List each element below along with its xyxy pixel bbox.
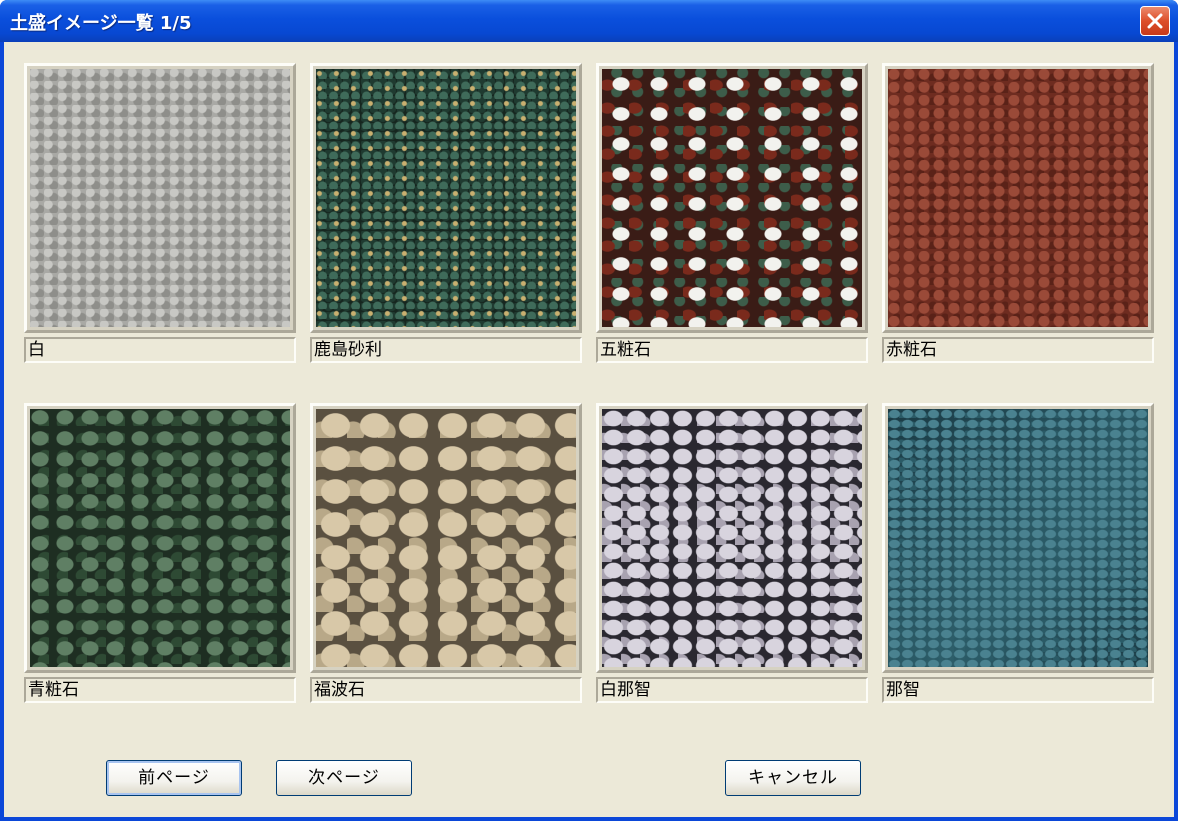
tile-label: 鹿島砂利 [310,337,582,363]
tile-image-frame[interactable] [310,63,582,333]
dialog-client-area: 白 鹿島砂利 五粧石 赤粧石 青粧石 福波石 白那智 那智 前ページ 次ページ … [4,42,1174,817]
cancel-button[interactable]: キャンセル [725,760,861,796]
gravel-akashoseki-image [888,69,1148,327]
tile-image-frame[interactable] [310,403,582,673]
tile-8[interactable]: 那智 [882,403,1154,705]
tile-label: 青粧石 [24,677,296,703]
gravel-aoshoseki-image [30,409,290,667]
tile-image-frame[interactable] [24,403,296,673]
tile-image-frame[interactable] [882,63,1154,333]
tile-image-frame[interactable] [596,403,868,673]
tile-label: 那智 [882,677,1154,703]
tile-label: 赤粧石 [882,337,1154,363]
prev-page-button[interactable]: 前ページ [106,760,242,796]
tile-label: 白 [24,337,296,363]
tile-5[interactable]: 青粧石 [24,403,296,705]
tile-image-frame[interactable] [882,403,1154,673]
window-title: 土盛イメージ一覧 1/5 [10,13,192,34]
tile-image-frame[interactable] [596,63,868,333]
tile-label: 五粧石 [596,337,868,363]
tile-label: 福波石 [310,677,582,703]
tile-1[interactable]: 白 [24,63,296,365]
gravel-kashima-image [316,69,576,327]
tile-image-frame[interactable] [24,63,296,333]
close-icon [1147,13,1163,29]
gravel-goshoseki-image [602,69,862,327]
gravel-white-image [30,69,290,327]
close-button[interactable] [1140,6,1170,36]
tile-4[interactable]: 赤粧石 [882,63,1154,365]
tile-3[interactable]: 五粧石 [596,63,868,365]
title-bar[interactable]: 土盛イメージ一覧 1/5 [0,0,1178,42]
tile-2[interactable]: 鹿島砂利 [310,63,582,365]
gravel-shironachi-image [602,409,862,667]
tile-label: 白那智 [596,677,868,703]
next-page-button[interactable]: 次ページ [276,760,412,796]
tile-6[interactable]: 福波石 [310,403,582,705]
tile-7[interactable]: 白那智 [596,403,868,705]
gravel-nachi-image [888,409,1148,667]
dialog-window: 土盛イメージ一覧 1/5 白 鹿島砂利 五粧石 赤粧石 青粧石 福波石 白那智 … [0,0,1178,821]
gravel-fukunamiseki-image [316,409,576,667]
